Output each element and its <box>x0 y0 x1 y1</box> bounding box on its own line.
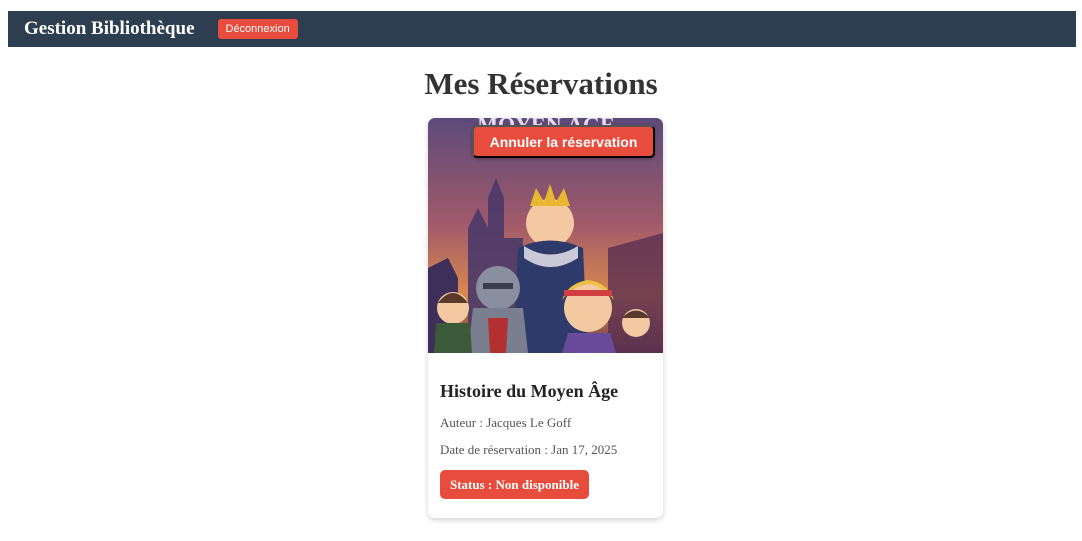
book-title: Histoire du Moyen Âge <box>440 381 619 401</box>
brand-title: Gestion Bibliothèque <box>24 18 195 39</box>
navbar: Gestion Bibliothèque Déconnexion <box>8 11 1076 47</box>
reservation-card: MOYEN ÂGE Annuler la réservation Histoir… <box>428 118 663 518</box>
status-badge: Status : Non disponible <box>440 470 589 499</box>
logout-button[interactable]: Déconnexion <box>217 19 298 39</box>
cancel-reservation-button[interactable]: Annuler la réservation <box>472 125 655 158</box>
book-author: Auteur : Jacques Le Goff <box>440 415 572 430</box>
page-title: Mes Réservations <box>424 66 658 101</box>
reservation-date: Date de réservation : Jan 17, 2025 <box>440 442 618 457</box>
